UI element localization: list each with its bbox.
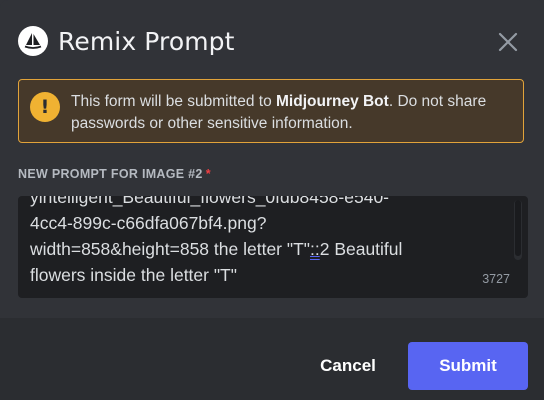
close-icon: [498, 32, 518, 52]
weight-separator: ::: [309, 239, 320, 259]
textarea-scrollbar-thumb[interactable]: [515, 200, 521, 256]
cancel-button[interactable]: Cancel: [304, 342, 392, 390]
midjourney-sailboat-icon: [18, 26, 48, 56]
modal-header: Remix Prompt: [18, 24, 235, 58]
remix-prompt-modal: Remix Prompt ! This form will be submitt…: [0, 0, 544, 400]
prompt-field-label: NEW PROMPT FOR IMAGE #2 *: [18, 167, 211, 181]
warning-text: This form will be submitted to Midjourne…: [71, 93, 487, 132]
close-button[interactable]: [496, 30, 520, 54]
prompt-text[interactable]: yintelligent_Beautiful_flowers_0fdb8458-…: [30, 196, 500, 288]
character-count: 3727: [482, 272, 510, 286]
prompt-textarea[interactable]: yintelligent_Beautiful_flowers_0fdb8458-…: [18, 196, 528, 298]
submit-button[interactable]: Submit: [408, 342, 528, 390]
bot-name: Midjourney Bot: [276, 93, 389, 110]
warning-notice: ! This form will be submitted to Midjour…: [18, 79, 524, 143]
exclamation-icon: !: [30, 92, 60, 122]
required-asterisk: *: [205, 167, 211, 181]
modal-title: Remix Prompt: [58, 26, 235, 56]
